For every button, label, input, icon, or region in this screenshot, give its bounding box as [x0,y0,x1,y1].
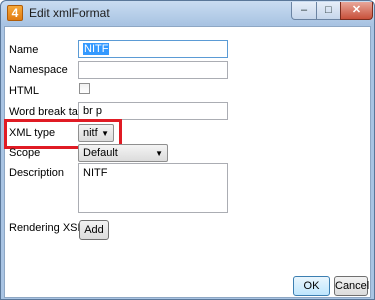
html-label: HTML [9,85,39,97]
dialog-content: Name NITF Namespace HTML Word break tags… [4,26,371,298]
description-field[interactable]: NITF [78,163,228,213]
app-icon: 4 [7,5,23,21]
maximize-button[interactable]: □ [316,2,341,20]
cancel-button[interactable]: Cancel [334,276,369,296]
word-break-field[interactable]: br p [78,102,228,120]
namespace-field[interactable] [78,61,228,79]
dialog-window: 4 Edit xmlFormat – □ ✕ Name NITF Namespa… [0,0,375,300]
window-title: Edit xmlFormat [29,6,110,20]
add-xsl-button[interactable]: Add [79,220,109,240]
close-button[interactable]: ✕ [340,2,373,20]
html-checkbox[interactable] [79,83,90,94]
ok-button[interactable]: OK [293,276,330,296]
name-label: Name [9,44,39,56]
scope-select[interactable]: Default ▼ [78,144,168,162]
scope-value: Default [83,147,118,159]
chevron-down-icon: ▼ [155,149,163,158]
title-bar[interactable]: 4 Edit xmlFormat – □ ✕ [1,1,374,25]
rendering-xsls-label: Rendering XSLs [9,222,90,234]
name-field-value: NITF [83,43,110,55]
description-label: Description [9,167,65,179]
scope-label: Scope [9,147,41,159]
minimize-button[interactable]: – [291,2,317,20]
name-field[interactable]: NITF [78,40,228,58]
namespace-label: Namespace [9,64,68,76]
